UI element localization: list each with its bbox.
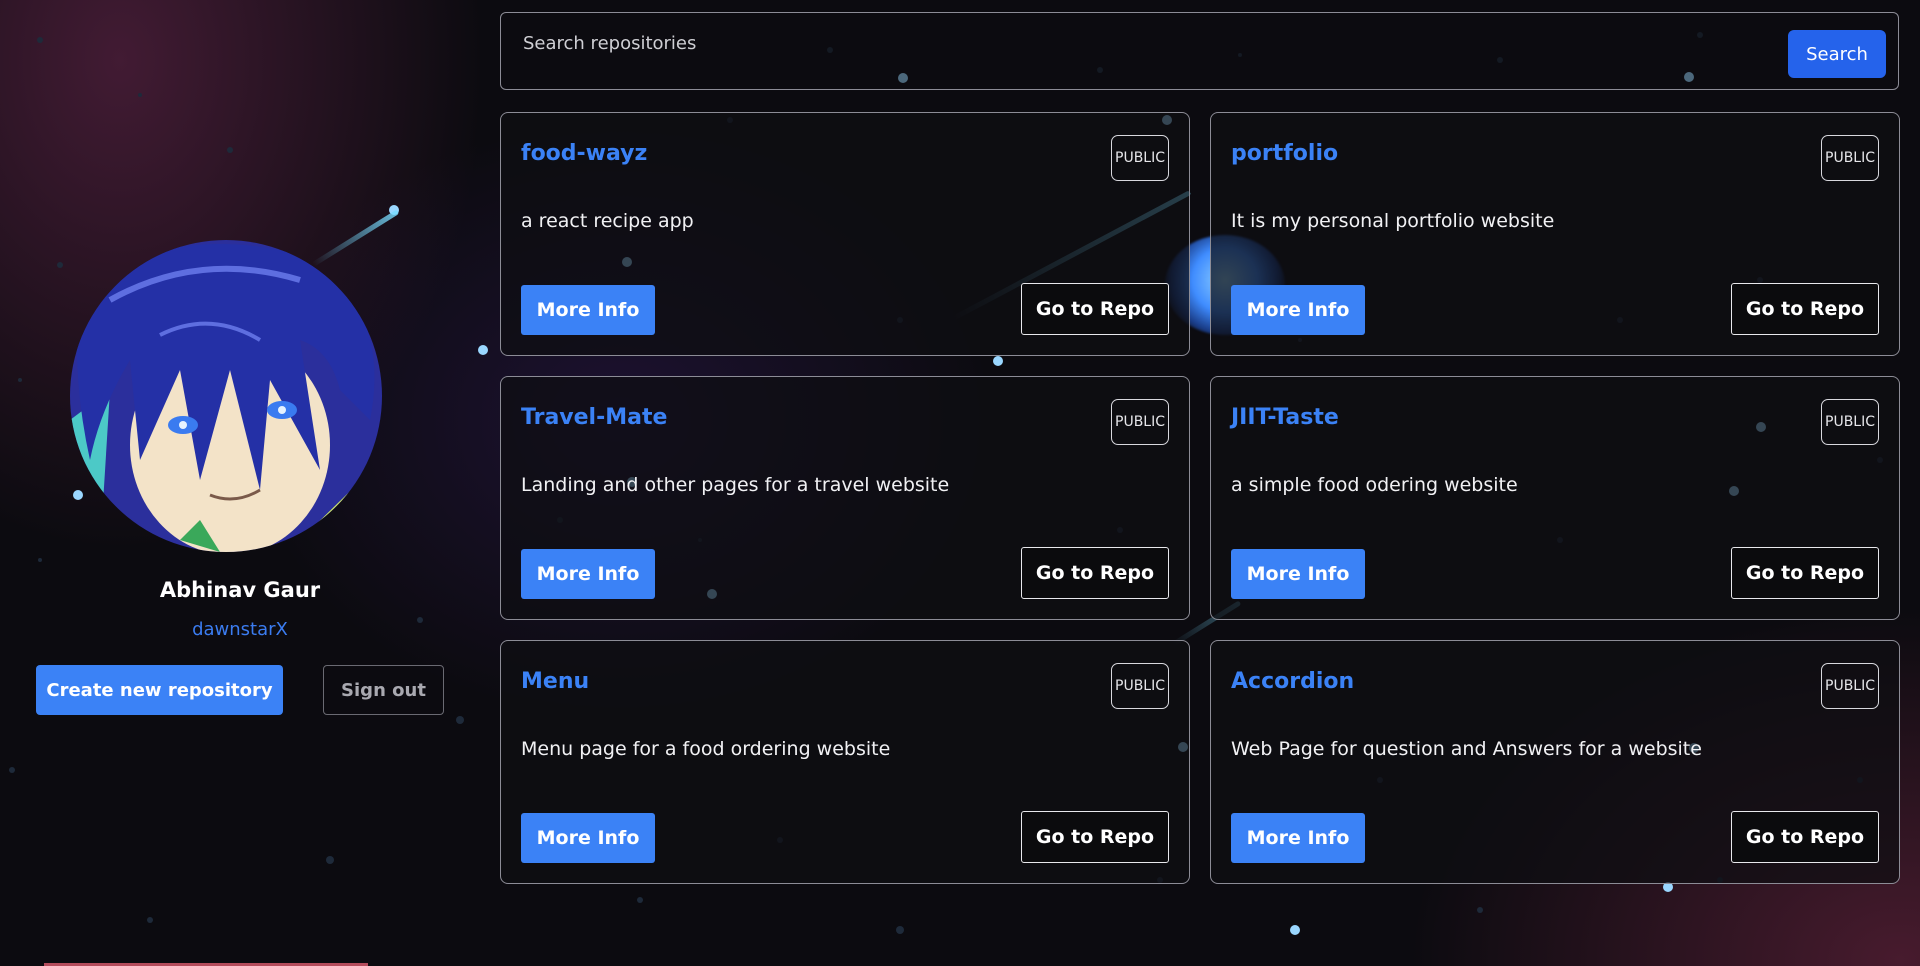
go-to-repo-button[interactable]: Go to Repo — [1731, 283, 1879, 335]
go-to-repo-button[interactable]: Go to Repo — [1021, 283, 1169, 335]
repo-name-link[interactable]: portfolio — [1231, 141, 1338, 166]
more-info-button[interactable]: More Info — [1231, 549, 1365, 599]
repo-description: Menu page for a food ordering website — [521, 738, 891, 760]
more-info-button[interactable]: More Info — [1231, 285, 1365, 335]
repo-description: It is my personal portfolio website — [1231, 210, 1555, 232]
repo-name-link[interactable]: food-wayz — [521, 141, 647, 166]
more-info-button[interactable]: More Info — [1231, 813, 1365, 863]
search-button[interactable]: Search — [1788, 30, 1886, 78]
profile-name: Abhinav Gaur — [159, 578, 321, 602]
search-input[interactable] — [521, 27, 1695, 59]
repo-name-link[interactable]: Travel-Mate — [521, 405, 667, 430]
visibility-badge: PUBLIC — [1111, 663, 1169, 709]
go-to-repo-button[interactable]: Go to Repo — [1731, 547, 1879, 599]
repo-name-link[interactable]: JIIT-Taste — [1231, 405, 1339, 430]
repo-description: Landing and other pages for a travel web… — [521, 474, 950, 496]
sign-out-button[interactable]: Sign out — [323, 665, 444, 715]
profile-sidebar: Abhinav Gaur dawnstarX Create new reposi… — [0, 0, 480, 966]
visibility-badge: PUBLIC — [1821, 663, 1879, 709]
repo-card: JIIT-Taste PUBLIC a simple food odering … — [1210, 376, 1900, 620]
more-info-button[interactable]: More Info — [521, 813, 655, 863]
profile-username-link[interactable]: dawnstarX — [0, 619, 480, 640]
go-to-repo-button[interactable]: Go to Repo — [1021, 811, 1169, 863]
create-repository-button[interactable]: Create new repository — [36, 665, 283, 715]
visibility-badge: PUBLIC — [1821, 399, 1879, 445]
repo-description: a simple food odering website — [1231, 474, 1518, 496]
go-to-repo-button[interactable]: Go to Repo — [1021, 547, 1169, 599]
visibility-badge: PUBLIC — [1821, 135, 1879, 181]
repo-card: Menu PUBLIC Menu page for a food orderin… — [500, 640, 1190, 884]
more-info-button[interactable]: More Info — [521, 549, 655, 599]
search-bar: Search — [500, 12, 1899, 90]
more-info-button[interactable]: More Info — [521, 285, 655, 335]
repo-description: a react recipe app — [521, 210, 694, 232]
repo-name-link[interactable]: Accordion — [1231, 669, 1354, 694]
repo-card: Travel-Mate PUBLIC Landing and other pag… — [500, 376, 1190, 620]
repo-card: Accordion PUBLIC Web Page for question a… — [1210, 640, 1900, 884]
go-to-repo-button[interactable]: Go to Repo — [1731, 811, 1879, 863]
visibility-badge: PUBLIC — [1111, 135, 1169, 181]
repo-grid: food-wayz PUBLIC a react recipe app More… — [500, 112, 1900, 884]
repo-name-link[interactable]: Menu — [521, 669, 589, 694]
repo-description: Web Page for question and Answers for a … — [1231, 738, 1702, 760]
repo-card: food-wayz PUBLIC a react recipe app More… — [500, 112, 1190, 356]
avatar — [70, 240, 382, 552]
repo-card: portfolio PUBLIC It is my personal portf… — [1210, 112, 1900, 356]
anime-avatar-icon — [70, 240, 382, 552]
visibility-badge: PUBLIC — [1111, 399, 1169, 445]
